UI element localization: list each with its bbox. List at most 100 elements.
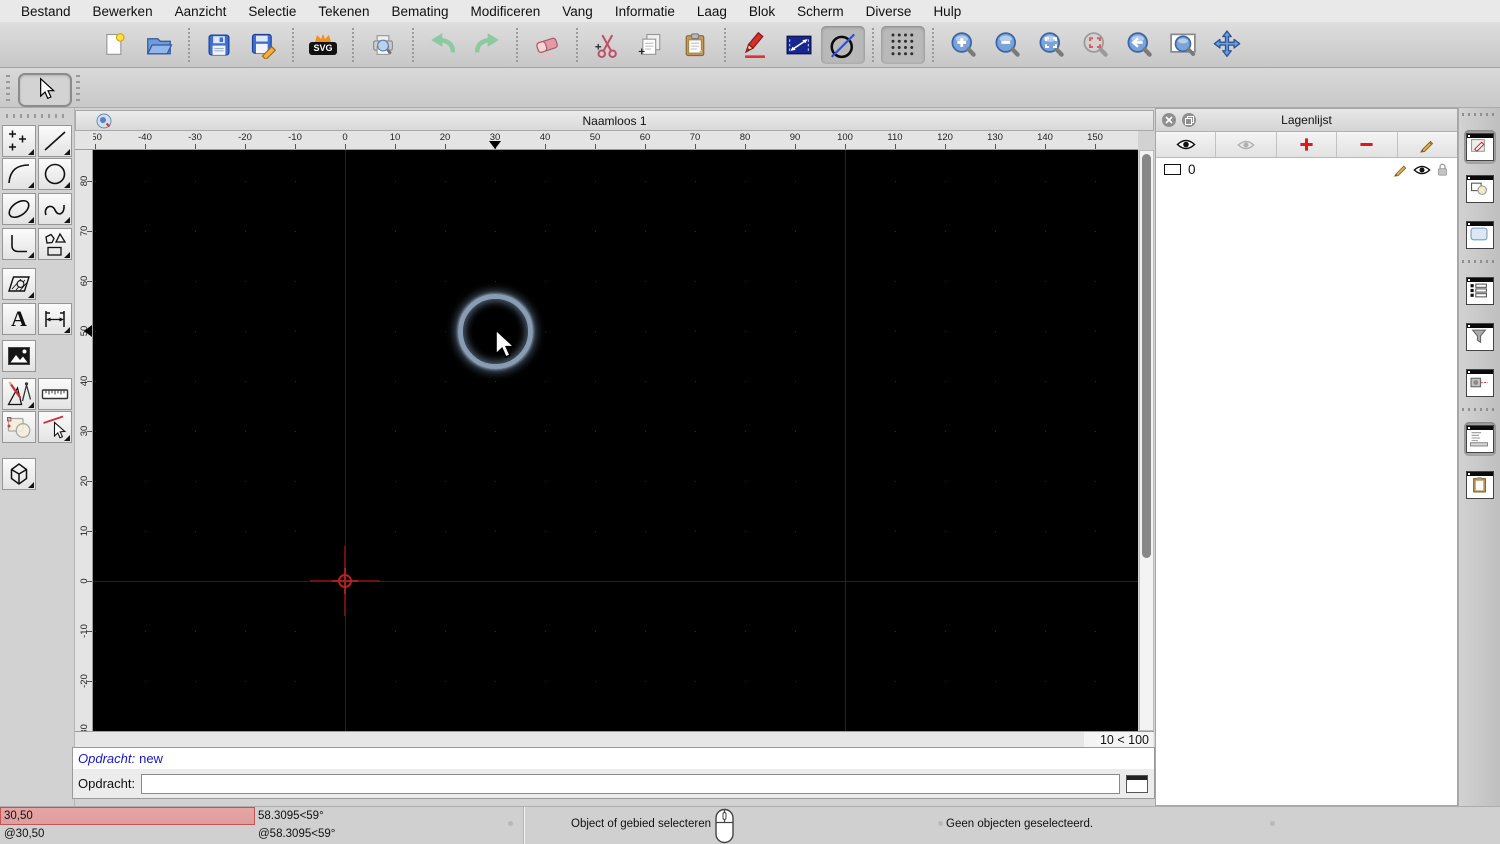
active-tool-select-arrow[interactable] bbox=[18, 73, 72, 107]
ruler-tick bbox=[445, 144, 446, 149]
dock-separator bbox=[1462, 260, 1498, 263]
save-button[interactable] bbox=[197, 25, 241, 65]
ruler-tick bbox=[945, 144, 946, 149]
menu-item-aanzicht[interactable]: Aanzicht bbox=[164, 4, 238, 19]
tool-circle[interactable] bbox=[38, 158, 72, 190]
panel-close-button[interactable] bbox=[1162, 113, 1176, 127]
blank-panel-icon[interactable] bbox=[1464, 218, 1496, 252]
tool-text[interactable]: A bbox=[2, 303, 36, 335]
tool-line[interactable] bbox=[38, 125, 72, 157]
flyout-indicator bbox=[64, 435, 70, 441]
circle-object[interactable] bbox=[457, 293, 533, 369]
menu-item-hulp[interactable]: Hulp bbox=[922, 4, 972, 19]
menu-item-modificeren[interactable]: Modificeren bbox=[460, 4, 552, 19]
menu-item-tekenen[interactable]: Tekenen bbox=[307, 4, 380, 19]
menu-item-blok[interactable]: Blok bbox=[738, 4, 786, 19]
layer-row[interactable]: 0 bbox=[1156, 158, 1457, 181]
tool-options-bar bbox=[0, 68, 1500, 108]
filter-panel-icon[interactable] bbox=[1464, 320, 1496, 354]
projector-panel-icon[interactable] bbox=[1464, 366, 1496, 400]
layer-add-button[interactable] bbox=[1276, 132, 1338, 157]
layer-show-all-button[interactable] bbox=[1156, 132, 1217, 157]
ruler-label: 50 bbox=[589, 132, 601, 143]
menu-item-selectie[interactable]: Selectie bbox=[237, 4, 307, 19]
save-as-button[interactable] bbox=[241, 25, 285, 65]
status-coordinate-relative: @30,50 bbox=[4, 828, 45, 840]
menu-item-bemating[interactable]: Bemating bbox=[380, 4, 459, 19]
tool-drafting[interactable] bbox=[2, 378, 36, 410]
menu-item-vang[interactable]: Vang bbox=[551, 4, 604, 19]
tool-arc[interactable] bbox=[2, 158, 36, 190]
menu-item-scherm[interactable]: Scherm bbox=[786, 4, 855, 19]
tool-polygon[interactable] bbox=[38, 228, 72, 260]
tool-dimension-tool[interactable] bbox=[38, 303, 72, 335]
menu-item-laag[interactable]: Laag bbox=[686, 4, 738, 19]
tool-spline[interactable] bbox=[38, 193, 72, 225]
svg-export-button[interactable]: SVG bbox=[301, 25, 345, 65]
layer-lock-icon[interactable] bbox=[1436, 162, 1449, 177]
menu-item-bewerken[interactable]: Bewerken bbox=[82, 4, 164, 19]
open-file-button[interactable] bbox=[137, 25, 181, 65]
list-panel-icon[interactable] bbox=[1464, 274, 1496, 308]
zoom-out-button[interactable] bbox=[985, 25, 1029, 65]
menu-item-informatie[interactable]: Informatie bbox=[604, 4, 686, 19]
tool-points[interactable] bbox=[2, 125, 36, 157]
command-window-button[interactable] bbox=[1126, 774, 1148, 793]
zoom-extents-button[interactable] bbox=[1029, 25, 1073, 65]
eraser-button[interactable] bbox=[525, 25, 569, 65]
tool-ellipse[interactable] bbox=[2, 193, 36, 225]
layer-color-swatch[interactable] bbox=[1164, 164, 1181, 175]
document-titlebar[interactable]: Naamloos 1 bbox=[75, 110, 1154, 131]
paste-button[interactable] bbox=[673, 25, 717, 65]
toolbar-drag-handle[interactable] bbox=[6, 75, 10, 101]
new-document-icon bbox=[106, 32, 125, 55]
tool-hatch[interactable] bbox=[2, 268, 36, 300]
flyout-indicator bbox=[28, 182, 34, 188]
clipboard-panel-icon[interactable] bbox=[1464, 468, 1496, 502]
ruler-tick bbox=[545, 144, 546, 149]
zoom-previous-button[interactable] bbox=[1117, 25, 1161, 65]
status-handle-dot bbox=[938, 821, 943, 826]
panel-dock-button[interactable] bbox=[1182, 113, 1196, 127]
print-preview-button[interactable] bbox=[361, 25, 405, 65]
undo-button[interactable] bbox=[421, 25, 465, 65]
tool-box-3d[interactable] bbox=[2, 458, 36, 490]
tool-image[interactable] bbox=[2, 340, 36, 372]
copy-button[interactable] bbox=[629, 25, 673, 65]
layers-panel-titlebar[interactable]: Lagenlijst bbox=[1156, 109, 1457, 132]
new-document-button[interactable] bbox=[93, 25, 137, 65]
menu-item-bestand[interactable]: Bestand bbox=[10, 4, 82, 19]
layer-visible-icon[interactable] bbox=[1413, 164, 1431, 176]
command-panel-icon[interactable] bbox=[1464, 422, 1496, 456]
toolbar-drag-handle[interactable] bbox=[76, 75, 80, 101]
circle-line-button[interactable] bbox=[821, 25, 865, 64]
tool-select-line[interactable] bbox=[38, 411, 72, 443]
zoom-in-button[interactable] bbox=[941, 25, 985, 65]
layer-remove-button[interactable] bbox=[1337, 132, 1398, 157]
layer-hide-button[interactable] bbox=[1216, 132, 1277, 157]
command-input[interactable] bbox=[141, 773, 1120, 794]
layer-edit-button[interactable] bbox=[1397, 132, 1458, 157]
ruler-tick bbox=[795, 144, 796, 149]
gridline-100 bbox=[845, 150, 846, 731]
menu-item-diverse[interactable]: Diverse bbox=[855, 4, 923, 19]
palette-drag-handle[interactable] bbox=[6, 114, 68, 118]
tool-modify-shapes[interactable] bbox=[2, 411, 36, 443]
properties-panel-icon[interactable] bbox=[1464, 130, 1496, 164]
dock-drag-handle[interactable] bbox=[1462, 113, 1498, 116]
vertical-scrollbar[interactable] bbox=[1139, 150, 1154, 731]
zoom-window-button[interactable] bbox=[1161, 25, 1205, 65]
redo-button[interactable] bbox=[465, 25, 509, 65]
zoom-selected-button[interactable] bbox=[1073, 25, 1117, 65]
drawing-canvas[interactable] bbox=[93, 150, 1138, 731]
tool-polyline[interactable] bbox=[2, 228, 36, 260]
pan-button[interactable] bbox=[1205, 25, 1249, 65]
cut-button[interactable] bbox=[585, 25, 629, 65]
dimension-button[interactable] bbox=[777, 25, 821, 65]
tool-ruler[interactable] bbox=[38, 378, 72, 410]
draw-pencil-button[interactable] bbox=[733, 25, 777, 65]
vertical-scrollbar-thumb[interactable] bbox=[1142, 154, 1151, 558]
shapes-panel-icon[interactable] bbox=[1464, 172, 1496, 206]
layer-edit-icon[interactable] bbox=[1393, 162, 1408, 177]
grid-toggle-button[interactable] bbox=[881, 25, 925, 64]
